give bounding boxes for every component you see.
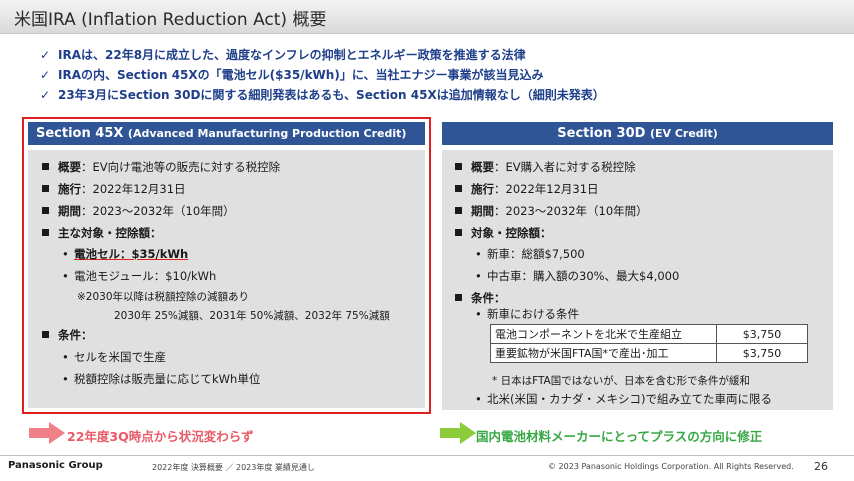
square-bullet-icon bbox=[455, 207, 462, 214]
footer-divider bbox=[0, 455, 854, 456]
new-car-condition: • 新車における条件 bbox=[475, 307, 579, 321]
condition-row: 条件： bbox=[455, 290, 506, 306]
overview-row: 概要：EV購入者に対する税控除 bbox=[455, 159, 636, 175]
cell-credit-row: • 電池セル：$35/kWh bbox=[62, 247, 189, 261]
arrow-right-icon bbox=[29, 422, 65, 444]
left-result-arrow bbox=[29, 422, 65, 444]
targets-row: 主な対象・控除額： bbox=[42, 225, 162, 241]
square-bullet-icon bbox=[42, 331, 49, 338]
square-bullet-icon bbox=[42, 229, 49, 236]
section-45x-header: Section 45X (Advanced Manufacturing Prod… bbox=[28, 122, 425, 145]
condition-item: • 税額控除は販売量に応じてkWh単位 bbox=[62, 372, 261, 386]
square-bullet-icon bbox=[42, 207, 49, 214]
square-bullet-icon bbox=[42, 185, 49, 192]
summary-bullet: ✓ IRAの内、Section 45Xの「電池セル($35/kWh)」に、当社エナ… bbox=[40, 68, 544, 82]
square-bullet-icon bbox=[455, 229, 462, 236]
square-bullet-icon bbox=[455, 163, 462, 170]
module-credit-row: • 電池モジュール：$10/kWh bbox=[62, 269, 217, 283]
section-30d-header: Section 30D (EV Credit) bbox=[442, 122, 833, 145]
north-america-condition: • 北米(米国・カナダ・メキシコ)で組み立てた車両に限る bbox=[475, 392, 772, 406]
square-bullet-icon bbox=[455, 185, 462, 192]
condition-item: • セルを米国で生産 bbox=[62, 350, 166, 364]
condition-table: 電池コンポーネントを北米で生産組立 $3,750 重要鉱物が米国FTA国*で産出… bbox=[490, 324, 808, 363]
table-row: 重要鉱物が米国FTA国*で産出･加工 $3,750 bbox=[490, 343, 808, 363]
page-title: 米国IRA (Inflation Reduction Act) 概要 bbox=[14, 10, 327, 30]
check-icon: ✓ bbox=[40, 88, 51, 102]
brand-logo: Panasonic Group bbox=[8, 460, 103, 471]
square-bullet-icon bbox=[42, 163, 49, 170]
table-row: 電池コンポーネントを北米で生産組立 $3,750 bbox=[490, 324, 808, 344]
check-icon: ✓ bbox=[40, 48, 51, 62]
summary-bullet: ✓ IRAは、22年8月に成立した、過度なインフレの抑制とエネルギー政策を推進する… bbox=[40, 48, 526, 62]
used-car-credit: • 中古車：購入額の30%、最大$4,000 bbox=[475, 269, 680, 283]
left-result: 22年度3Q時点から状況変わらず bbox=[67, 429, 254, 444]
overview-row: 概要：EV向け電池等の販売に対する税控除 bbox=[42, 159, 280, 175]
right-result-arrow bbox=[440, 422, 476, 444]
start-row: 施行：2022年12月31日 bbox=[455, 181, 599, 197]
footer-subtitle: 2022年度 決算概要 ／ 2023年度 業績見通し bbox=[152, 463, 315, 472]
square-bullet-icon bbox=[455, 294, 462, 301]
check-icon: ✓ bbox=[40, 68, 51, 82]
page-number: 26 bbox=[814, 460, 828, 473]
condition-row: 条件： bbox=[42, 327, 93, 343]
right-result: 国内電池材料メーカーにとってプラスの方向に修正 bbox=[476, 429, 763, 444]
targets-row: 対象・控除額： bbox=[455, 225, 552, 241]
summary-bullets: ✓ IRAは、22年8月に成立した、過度なインフレの抑制とエネルギー政策を推進する… bbox=[40, 46, 605, 106]
start-row: 施行：2022年12月31日 bbox=[42, 181, 186, 197]
reduction-schedule: 2030年 25%減額、2031年 50%減額、2032年 75%減額 bbox=[114, 310, 390, 322]
title-bar: 米国IRA (Inflation Reduction Act) 概要 bbox=[0, 0, 854, 34]
reduction-note: ※2030年以降は税額控除の減額あり bbox=[77, 291, 250, 303]
fta-footnote: * 日本はFTA国ではないが、日本を含む形で条件が緩和 bbox=[492, 375, 751, 387]
copyright: © 2023 Panasonic Holdings Corporation. A… bbox=[548, 462, 794, 471]
summary-bullet: ✓ 23年3月にSection 30Dに関する細則発表はあるも、Section 4… bbox=[40, 88, 605, 102]
period-row: 期間：2023～2032年（10年間） bbox=[42, 203, 235, 219]
new-car-credit: • 新車：総額$7,500 bbox=[475, 247, 585, 261]
arrow-right-icon bbox=[440, 422, 476, 444]
period-row: 期間：2023～2032年（10年間） bbox=[455, 203, 648, 219]
